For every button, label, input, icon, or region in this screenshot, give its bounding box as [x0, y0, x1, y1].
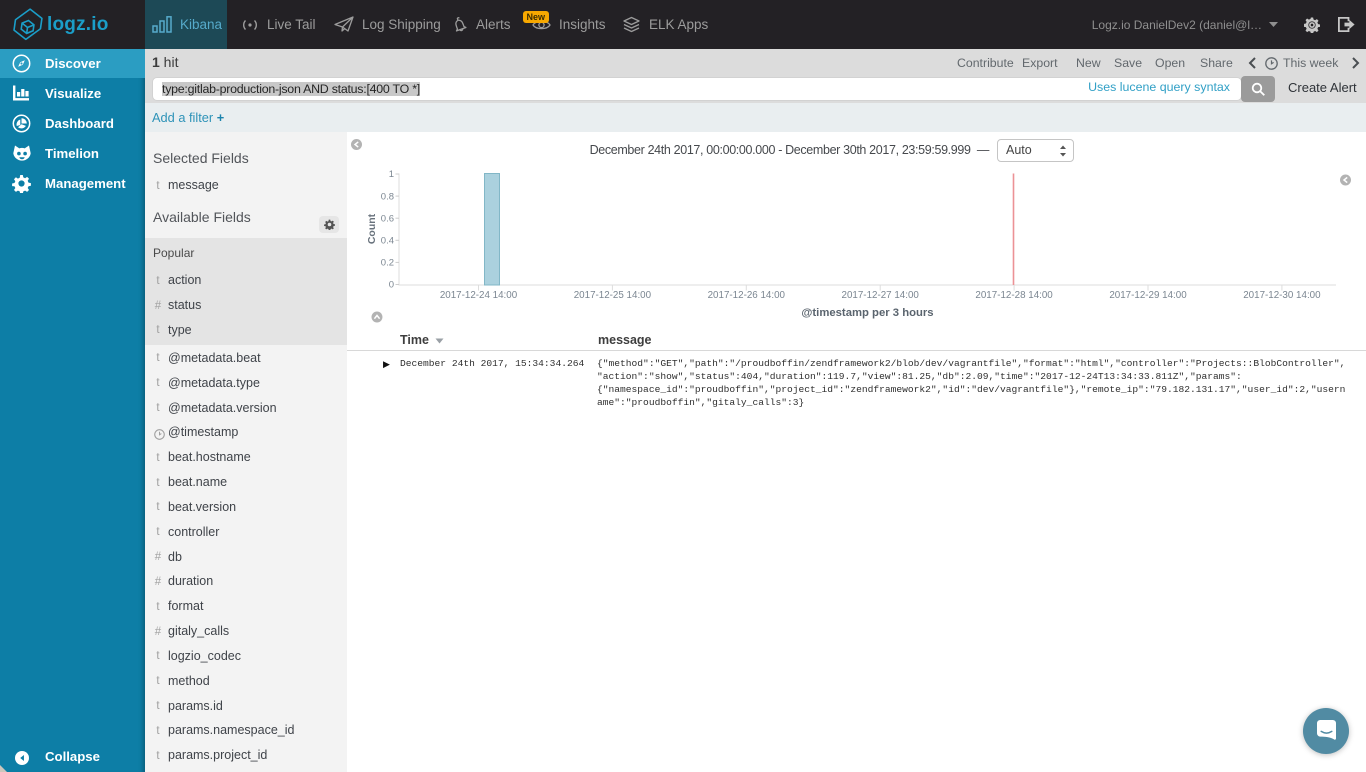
svg-text:0: 0 — [389, 280, 394, 291]
svg-text:@timestamp per 3 hours: @timestamp per 3 hours — [801, 307, 933, 319]
svg-text:2017-12-25 14:00: 2017-12-25 14:00 — [574, 290, 652, 301]
svg-text:0.4: 0.4 — [381, 236, 394, 247]
svg-text:0.2: 0.2 — [381, 258, 394, 269]
svg-text:Count: Count — [366, 213, 378, 244]
svg-text:2017-12-26 14:00: 2017-12-26 14:00 — [708, 290, 786, 301]
svg-text:2017-12-28 14:00: 2017-12-28 14:00 — [975, 290, 1053, 301]
svg-text:2017-12-30 14:00: 2017-12-30 14:00 — [1243, 290, 1321, 301]
svg-text:2017-12-24 14:00: 2017-12-24 14:00 — [440, 290, 518, 301]
svg-text:0.8: 0.8 — [381, 191, 394, 202]
svg-text:0.6: 0.6 — [381, 213, 394, 224]
svg-text:2017-12-29 14:00: 2017-12-29 14:00 — [1109, 290, 1187, 301]
svg-text:1: 1 — [389, 169, 394, 180]
svg-text:2017-12-27 14:00: 2017-12-27 14:00 — [842, 290, 920, 301]
